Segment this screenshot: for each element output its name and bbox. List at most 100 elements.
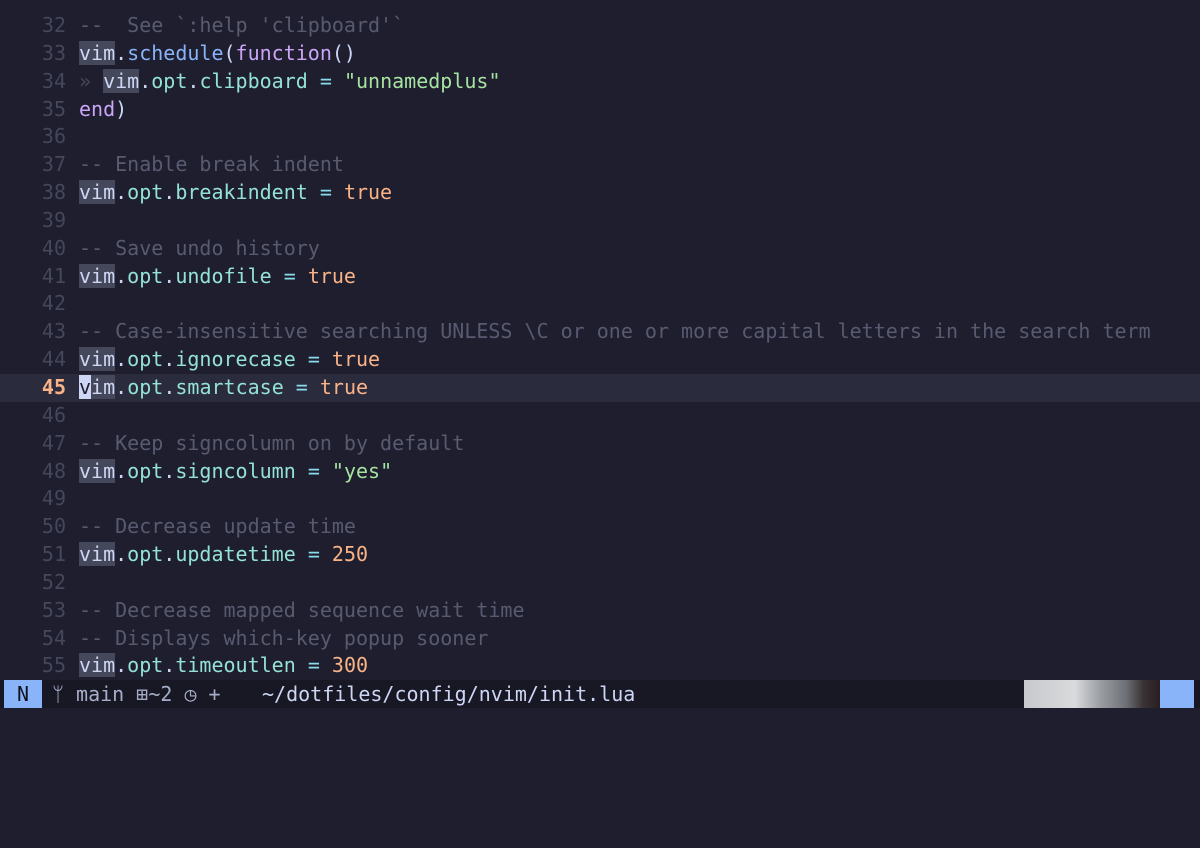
code-token: . bbox=[115, 180, 128, 205]
statusline-right-end bbox=[1160, 680, 1194, 708]
code-token: ignorecase bbox=[175, 347, 296, 372]
code-line[interactable]: 37 -- Enable break indent bbox=[0, 151, 1200, 179]
code-line[interactable]: 47 -- Keep signcolumn on by default bbox=[0, 430, 1200, 458]
code-token: ( bbox=[223, 40, 236, 65]
code-token: . bbox=[187, 68, 200, 93]
code-line[interactable]: 54 -- Displays which-key popup sooner bbox=[0, 625, 1200, 653]
code-line[interactable]: 33 vim.schedule(function() bbox=[0, 40, 1200, 68]
line-number: 35 bbox=[41, 96, 66, 121]
code-token: vim bbox=[79, 347, 116, 372]
line-content: vim.opt.updatetime = 250 bbox=[79, 541, 368, 569]
code-token: true bbox=[331, 347, 381, 372]
line-number: 44 bbox=[41, 347, 66, 372]
code-token: . bbox=[115, 347, 128, 372]
code-line[interactable]: 44 vim.opt.ignorecase = true bbox=[0, 346, 1200, 374]
code-token: updatetime bbox=[175, 542, 296, 567]
code-token: schedule bbox=[127, 40, 224, 65]
code-line[interactable]: 43 -- Case-insensitive searching UNLESS \… bbox=[0, 318, 1200, 346]
line-content: vim.schedule(function() bbox=[79, 40, 356, 68]
code-token: = bbox=[307, 542, 320, 567]
line-content: -- Decrease update time bbox=[79, 513, 356, 541]
line-content: vim.opt.smartcase = true bbox=[79, 374, 368, 402]
code-token: "unnamedplus" bbox=[343, 68, 501, 93]
code-token: -- Save undo history bbox=[79, 235, 320, 260]
code-token: opt bbox=[127, 653, 164, 678]
code-token: = bbox=[319, 68, 332, 93]
code-token: . bbox=[115, 263, 128, 288]
line-content: vim.opt.ignorecase = true bbox=[79, 346, 380, 374]
code-line[interactable]: 49 bbox=[0, 485, 1200, 513]
code-token: . bbox=[163, 653, 176, 678]
code-line[interactable]: 36 bbox=[0, 123, 1200, 151]
line-number: 34 bbox=[41, 68, 66, 93]
code-line[interactable]: 34 » vim.opt.clipboard = "unnamedplus" bbox=[0, 68, 1200, 96]
code-token: = bbox=[307, 653, 320, 678]
code-line[interactable]: 38 vim.opt.breakindent = true bbox=[0, 179, 1200, 207]
code-token: true bbox=[307, 263, 356, 288]
line-number: 54 bbox=[41, 625, 66, 650]
code-token: vim bbox=[79, 180, 116, 205]
line-content: -- Decrease mapped sequence wait time bbox=[79, 597, 525, 625]
code-line[interactable]: 32 -- See `:help 'clipboard'` bbox=[0, 12, 1200, 40]
code-token: breakindent bbox=[175, 180, 308, 205]
code-line[interactable]: 48 vim.opt.signcolumn = "yes" bbox=[0, 458, 1200, 486]
line-number: 49 bbox=[41, 486, 66, 511]
code-token: . bbox=[163, 263, 176, 288]
code-token: -- Enable break indent bbox=[79, 152, 344, 177]
file-status: + bbox=[208, 682, 221, 706]
line-number: 42 bbox=[41, 291, 66, 316]
code-line[interactable]: 53 -- Decrease mapped sequence wait time bbox=[0, 597, 1200, 625]
line-content: end) bbox=[79, 96, 127, 124]
code-token: . bbox=[115, 653, 128, 678]
line-number: 39 bbox=[41, 207, 66, 232]
line-number: 41 bbox=[41, 263, 66, 288]
mode-indicator: N bbox=[4, 680, 42, 708]
code-token: . bbox=[115, 40, 128, 65]
code-token: clipboard bbox=[199, 68, 308, 93]
code-line[interactable]: 46 bbox=[0, 402, 1200, 430]
code-token: -- Case-insensitive searching UNLESS \C … bbox=[79, 319, 1151, 344]
line-content: -- See `:help 'clipboard'` bbox=[79, 12, 404, 40]
diff-modified-icon: ⊞ bbox=[136, 682, 149, 706]
code-token: opt bbox=[127, 347, 164, 372]
code-line[interactable]: 51 vim.opt.updatetime = 250 bbox=[0, 541, 1200, 569]
line-number: 43 bbox=[41, 319, 66, 344]
code-token: . bbox=[115, 542, 128, 567]
code-line[interactable]: 40 -- Save undo history bbox=[0, 235, 1200, 263]
code-line[interactable]: 50 -- Decrease update time bbox=[0, 513, 1200, 541]
code-token: -- Decrease update time bbox=[79, 514, 356, 539]
current-code-line[interactable]: 45 vim.opt.smartcase = true bbox=[0, 373, 1200, 402]
line-number: 53 bbox=[41, 597, 66, 622]
code-token: = bbox=[307, 347, 320, 372]
line-number: 33 bbox=[41, 40, 66, 65]
code-line[interactable]: 42 bbox=[0, 290, 1200, 318]
code-line[interactable]: 55 vim.opt.timeoutlen = 300 bbox=[0, 652, 1200, 680]
code-token: . bbox=[163, 458, 176, 483]
command-line[interactable] bbox=[0, 708, 1200, 748]
line-number: 55 bbox=[41, 653, 66, 678]
code-line[interactable]: 39 bbox=[0, 207, 1200, 235]
code-line[interactable]: 52 bbox=[0, 569, 1200, 597]
branch-name: main bbox=[76, 682, 125, 706]
code-token: true bbox=[343, 180, 393, 205]
line-content: vim.opt.signcolumn = "yes" bbox=[79, 458, 392, 486]
editor-buffer[interactable]: 32 -- See `:help 'clipboard'` 33 vim.schedu… bbox=[0, 12, 1200, 680]
code-token: opt bbox=[127, 263, 164, 288]
line-content: » vim.opt.clipboard = "unnamedplus" bbox=[79, 68, 501, 96]
code-token: () bbox=[331, 40, 356, 65]
code-line[interactable]: 35 end) bbox=[0, 96, 1200, 124]
code-token: true bbox=[319, 374, 369, 399]
code-token: "yes" bbox=[331, 458, 393, 483]
code-token: 250 bbox=[331, 542, 369, 567]
code-token: ) bbox=[115, 96, 128, 121]
code-line[interactable]: 41 vim.opt.undofile = true bbox=[0, 263, 1200, 291]
